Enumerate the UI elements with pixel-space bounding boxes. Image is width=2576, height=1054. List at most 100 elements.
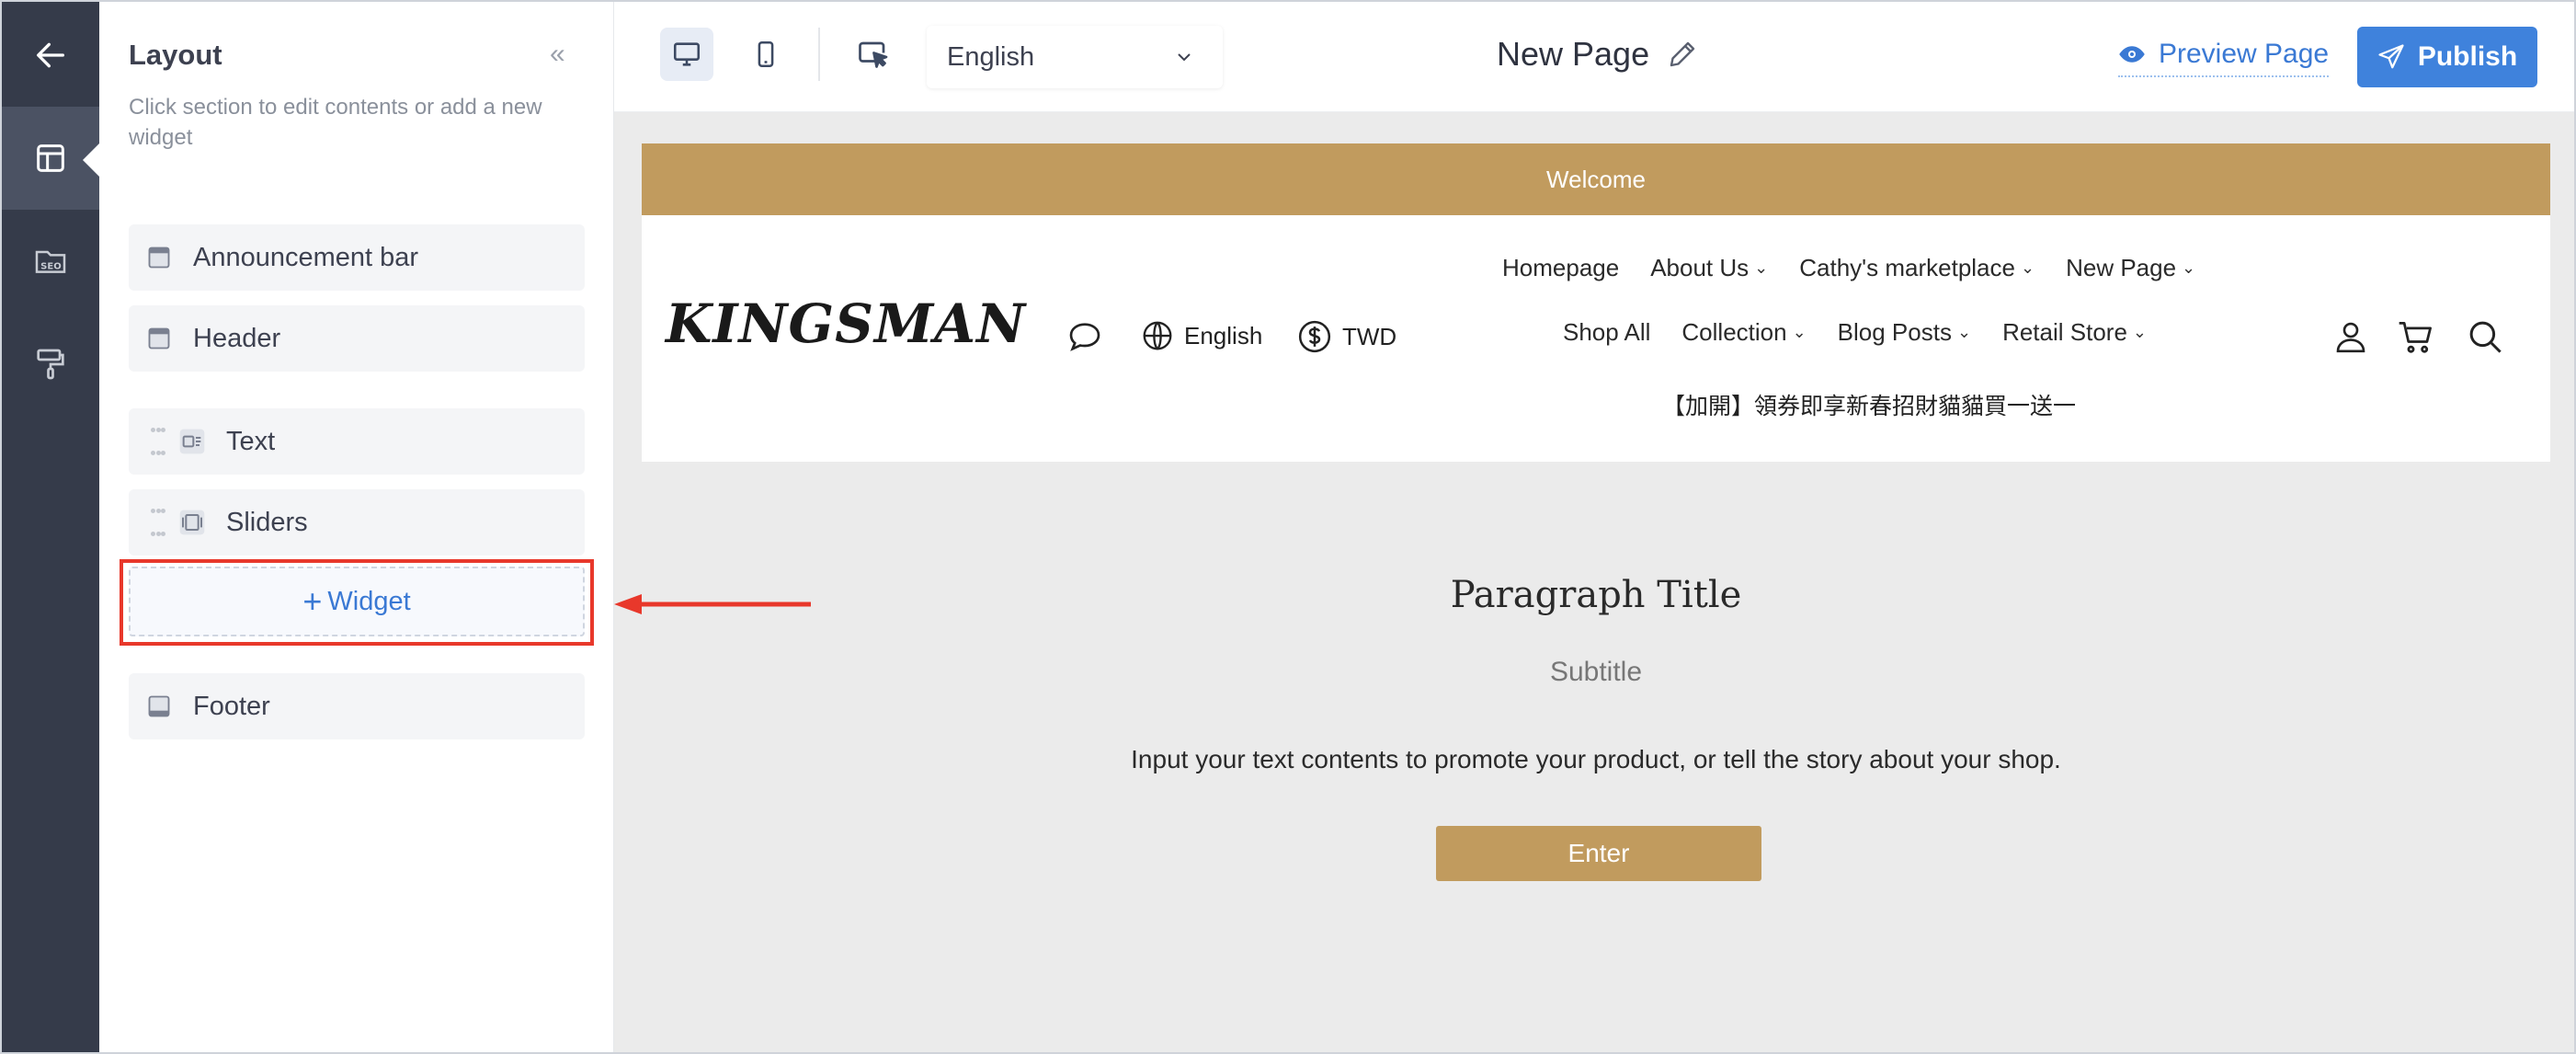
drag-handle-icon[interactable] [151, 428, 165, 455]
paragraph-body: Input your text contents to promote your… [1131, 745, 2061, 773]
nav-item-blog-posts[interactable]: Blog Posts ⌄ [1838, 318, 1971, 347]
toolbar-divider [818, 28, 820, 81]
language-switcher[interactable]: English [1140, 318, 1262, 353]
site-logo[interactable]: KINGSMAN [666, 292, 1026, 355]
drag-handle-icon[interactable] [151, 509, 165, 536]
active-indicator [83, 143, 99, 177]
nav-item-about-us[interactable]: About Us ⌄ [1650, 254, 1768, 282]
nav-label: Collection [1681, 318, 1787, 346]
pencil-edit-icon[interactable] [1666, 38, 1699, 71]
nav-label: Blog Posts [1837, 318, 1952, 346]
language-switcher-label: English [1184, 321, 1263, 349]
mobile-view-button[interactable] [739, 28, 792, 81]
nav-label: Cathy's marketplace [1799, 254, 2015, 281]
nav-label: New Page [2066, 254, 2177, 281]
panel-title: Layout [129, 39, 222, 71]
cart-icon[interactable] [2396, 316, 2436, 357]
add-widget-button[interactable]: + Widget [129, 567, 585, 636]
left-rail: SEO [2, 2, 99, 1052]
search-icon[interactable] [2466, 317, 2504, 356]
page-title: New Page [1497, 35, 1699, 74]
section-label: Header [193, 323, 281, 353]
globe-icon [1143, 321, 1172, 350]
collapse-panel-button[interactable]: « [550, 39, 565, 70]
panel-description: Click section to edit contents or add a … [129, 95, 542, 150]
plus-icon: + [302, 582, 323, 620]
user-icon[interactable] [2331, 317, 2370, 356]
section-announcement-bar[interactable]: Announcement bar [129, 224, 585, 291]
back-button[interactable] [2, 4, 99, 107]
nav-label: Retail Store [2002, 318, 2127, 346]
nav-item-cathys-marketplace[interactable]: Cathy's marketplace ⌄ [1799, 254, 2035, 282]
paper-plane-icon [2378, 44, 2404, 69]
publish-label: Publish [2417, 41, 2518, 72]
arrow-left-icon [37, 42, 65, 68]
section-label: Announcement bar [193, 242, 419, 272]
cursor-select-icon [859, 41, 888, 68]
paint-roller-icon [37, 349, 64, 380]
site-header[interactable]: KINGSMAN English TWD Homepage About Us ⌄ … [642, 215, 2550, 462]
publish-button[interactable]: Publish [2357, 27, 2537, 87]
rail-item-theme[interactable] [2, 313, 99, 416]
section-label: Text [226, 426, 276, 456]
chat-bubble-icon [1069, 323, 1100, 351]
nav-item-retail-store[interactable]: Retail Store ⌄ [2002, 318, 2147, 347]
rail-item-seo[interactable]: SEO [2, 210, 99, 313]
add-widget-label: Widget [327, 586, 411, 616]
window-icon [143, 323, 175, 354]
dollar-circle-icon [1298, 320, 1331, 353]
top-toolbar: English New Page Preview Page Publish [614, 2, 2574, 112]
svg-text:SEO: SEO [40, 261, 62, 271]
currency-switcher-label: TWD [1342, 322, 1397, 350]
chevron-down-icon: ⌄ [1792, 323, 1807, 341]
section-text[interactable]: Text [129, 408, 585, 475]
chevron-down-icon [1178, 53, 1191, 62]
layout-panel: Layout « Click section to edit contents … [99, 2, 614, 1052]
annotation-arrow [614, 594, 811, 614]
nav-item-homepage[interactable]: Homepage [1502, 254, 1619, 282]
editor-window: SEO Layout « Click section to edit conte… [0, 0, 2576, 1054]
nav-label: About Us [1650, 254, 1750, 281]
announcement-bar[interactable]: Welcome [642, 143, 2550, 215]
section-header[interactable]: Header [129, 305, 585, 372]
layout-icon [37, 144, 64, 172]
paragraph-title: Paragraph Title [1450, 574, 1742, 616]
desktop-icon [673, 42, 701, 66]
language-select-value: English [947, 41, 1035, 72]
eye-icon [2119, 46, 2145, 63]
nav-item-new-page[interactable]: New Page ⌄ [2066, 254, 2195, 282]
main-nav-row-2: Shop All Collection ⌄ Blog Posts ⌄ Retail … [1563, 318, 2178, 347]
currency-switcher[interactable]: TWD [1296, 318, 1396, 355]
nav-label: Shop All [1563, 318, 1651, 346]
page-title-text: New Page [1497, 35, 1650, 73]
seo-icon: SEO [35, 250, 66, 273]
chat-button[interactable] [1066, 318, 1112, 355]
select-element-button[interactable] [846, 28, 899, 81]
preview-page-label: Preview Page [2159, 39, 2330, 69]
preview-canvas: Welcome KINGSMAN English TWD Homepage Ab… [614, 112, 2574, 1052]
chevron-down-icon: ⌄ [1956, 323, 1972, 341]
nav-label: Homepage [1502, 254, 1620, 281]
footer-icon [143, 691, 175, 722]
nav-item-shop-all[interactable]: Shop All [1563, 318, 1650, 347]
enter-button[interactable]: Enter [1436, 826, 1761, 881]
chevron-down-icon: ⌄ [2182, 258, 2196, 277]
paragraph-subtitle: Subtitle [1549, 657, 1643, 687]
section-sliders[interactable]: Sliders [129, 489, 585, 556]
language-select[interactable]: English [927, 26, 1223, 88]
header-icon-group [2331, 316, 2504, 357]
window-icon [143, 242, 175, 273]
section-label: Footer [193, 691, 270, 721]
mobile-icon [758, 40, 774, 68]
text-widget-icon [177, 426, 208, 457]
section-footer[interactable]: Footer [129, 673, 585, 739]
slider-widget-icon [177, 507, 208, 538]
section-label: Sliders [226, 507, 308, 537]
chevron-down-icon: ⌄ [2132, 323, 2147, 341]
desktop-view-button[interactable] [660, 28, 713, 81]
announcement-text: Welcome [1546, 165, 1646, 193]
main-nav-row-1: Homepage About Us ⌄ Cathy's marketplace ⌄ … [1502, 254, 2227, 282]
promo-text[interactable]: 【加開】領券即享新春招財貓貓買一送一 [1662, 388, 2076, 421]
preview-page-link[interactable]: Preview Page [2118, 39, 2330, 77]
nav-item-collection[interactable]: Collection ⌄ [1681, 318, 1806, 347]
